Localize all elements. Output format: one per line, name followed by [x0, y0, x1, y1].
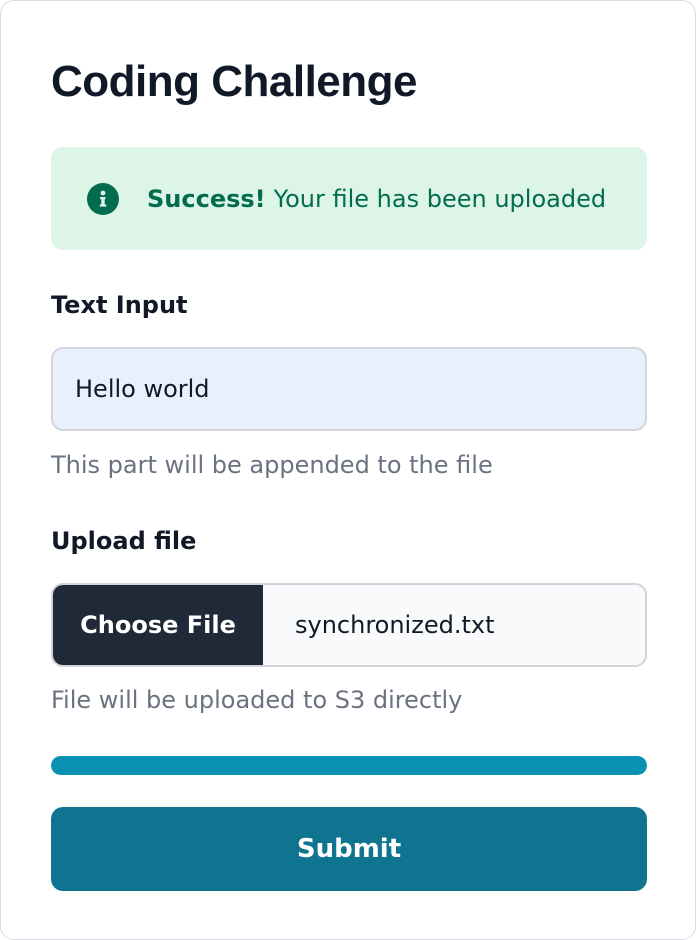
alert-strong-text: Success! — [147, 184, 266, 213]
file-input[interactable]: Choose File synchronized.txt — [51, 583, 647, 667]
text-input-field[interactable] — [51, 347, 647, 431]
text-input-help: This part will be appended to the file — [51, 451, 493, 479]
upload-file-label: Upload file — [51, 527, 197, 555]
upload-progress-bar — [51, 756, 647, 775]
alert-message: Your file has been uploaded — [273, 184, 607, 213]
upload-help: File will be uploaded to S3 directly — [51, 686, 463, 714]
info-glyph — [99, 190, 107, 207]
info-icon — [87, 182, 119, 215]
choose-file-button[interactable]: Choose File — [53, 585, 263, 665]
selected-file-name: synchronized.txt — [295, 611, 495, 639]
form-card: Coding Challenge Success! Your file has … — [0, 0, 696, 940]
page-title: Coding Challenge — [51, 57, 418, 106]
success-alert: Success! Your file has been uploaded — [51, 147, 647, 250]
upload-progress-fill — [51, 756, 647, 775]
submit-button[interactable]: Submit — [51, 807, 647, 891]
text-input-label: Text Input — [51, 291, 188, 319]
